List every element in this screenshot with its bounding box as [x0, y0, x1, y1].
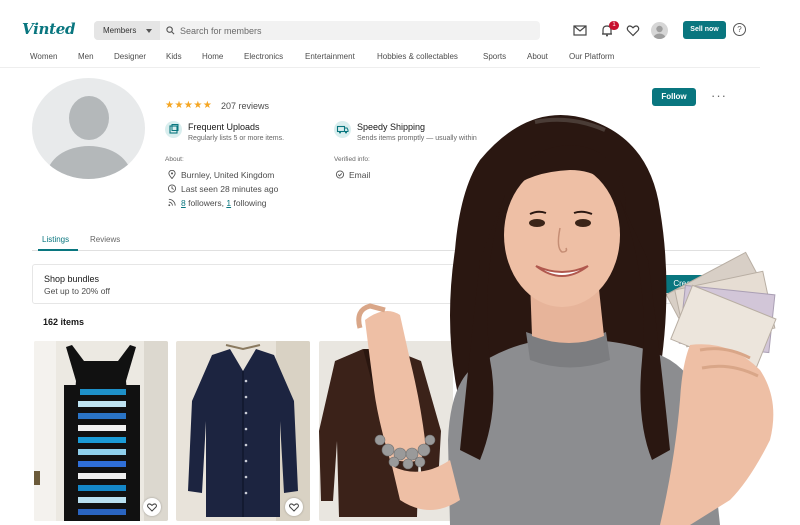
- search-scope-select[interactable]: Members: [94, 21, 160, 40]
- tab-listings[interactable]: Listings: [42, 235, 69, 244]
- chevron-down-icon: [146, 29, 152, 33]
- help-icon[interactable]: ?: [733, 23, 746, 36]
- review-count[interactable]: 207 reviews: [221, 101, 269, 111]
- avatar-silhouette-icon: [47, 96, 131, 179]
- search-input[interactable]: [180, 21, 520, 40]
- top-header: Vinted Members 1: [0, 0, 760, 44]
- search-icon: [166, 26, 175, 35]
- followers-label: followers,: [185, 198, 227, 208]
- location-row: Burnley, United Kingdom: [167, 170, 274, 180]
- category-home[interactable]: Home: [202, 52, 223, 61]
- listing-photo-navy-cardigan: [176, 341, 310, 521]
- heart-icon[interactable]: [626, 24, 640, 37]
- location-icon: [168, 170, 176, 179]
- avatar-silhouette-icon: [653, 25, 666, 39]
- woman-holding-cash-photo: [330, 100, 800, 525]
- sell-now-button[interactable]: Sell now: [683, 21, 726, 39]
- active-tab-indicator: [38, 249, 78, 251]
- followers-row: 8 followers, 1 following: [167, 198, 267, 208]
- clock-icon: [167, 184, 177, 193]
- category-entertainment[interactable]: Entertainment: [305, 52, 355, 61]
- category-men[interactable]: Men: [78, 52, 94, 61]
- category-sports[interactable]: Sports: [483, 52, 506, 61]
- favourite-button[interactable]: [285, 498, 303, 516]
- location-text: Burnley, United Kingdom: [181, 170, 275, 180]
- page: Vinted Members 1: [0, 0, 800, 525]
- last-seen-row: Last seen 28 minutes ago: [167, 184, 278, 194]
- listing-card[interactable]: [176, 341, 310, 521]
- vinted-logo[interactable]: Vinted: [22, 20, 75, 38]
- category-about[interactable]: About: [527, 52, 548, 61]
- bundles-title: Shop bundles: [44, 274, 100, 284]
- category-designer[interactable]: Designer: [114, 52, 146, 61]
- user-avatar[interactable]: [651, 22, 668, 39]
- badge-frequent-uploads-subtitle: Regularly lists 5 or more items.: [188, 135, 285, 142]
- last-seen-text: Last seen 28 minutes ago: [181, 184, 279, 194]
- about-heading: About:: [165, 156, 184, 163]
- rating-stars: ★★★★★: [165, 100, 213, 111]
- category-nav: Women Men Designer Kids Home Electronics…: [0, 44, 760, 68]
- search-bar: Members: [94, 21, 540, 40]
- items-count: 162 items: [43, 317, 85, 327]
- category-women[interactable]: Women: [30, 52, 57, 61]
- category-kids[interactable]: Kids: [166, 52, 182, 61]
- badge-frequent-uploads-title: Frequent Uploads: [188, 122, 260, 132]
- notification-badge: 1: [609, 21, 619, 30]
- frequent-uploads-icon: [165, 121, 182, 138]
- listing-photo-striped-dress: [34, 341, 168, 521]
- following-label: following: [231, 198, 267, 208]
- tab-reviews[interactable]: Reviews: [90, 235, 120, 244]
- category-our-platform[interactable]: Our Platform: [569, 52, 614, 61]
- category-hobbies[interactable]: Hobbies & collectables: [377, 52, 458, 61]
- mail-icon[interactable]: [573, 24, 587, 37]
- bundles-subtitle: Get up to 20% off: [44, 286, 110, 296]
- listing-card[interactable]: [34, 341, 168, 521]
- category-electronics[interactable]: Electronics: [244, 52, 283, 61]
- heart-icon: [147, 503, 157, 512]
- favourite-button[interactable]: [143, 498, 161, 516]
- search-scope-label: Members: [103, 26, 137, 35]
- profile-avatar: [32, 78, 145, 179]
- heart-icon: [289, 503, 299, 512]
- rss-icon: [168, 198, 176, 207]
